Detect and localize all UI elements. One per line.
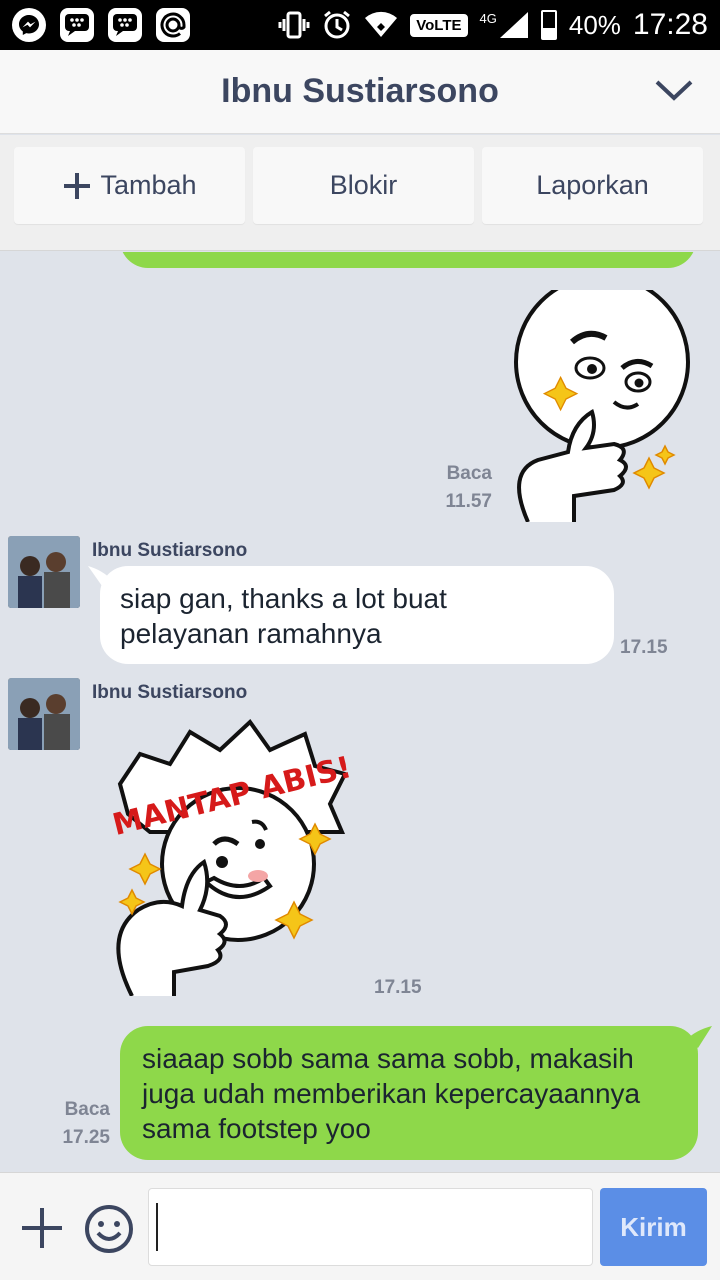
contact-actions: Tambah Blokir Laporkan <box>0 135 720 251</box>
outgoing-message-bubble[interactable]: siaaap sobb sama sama sobb, makasih juga… <box>120 1026 698 1160</box>
bubble-tail <box>686 1026 712 1048</box>
notification-icons <box>12 8 190 42</box>
battery-icon <box>540 10 557 40</box>
message-text-line: siaaap sobb sama sama sobb, makasih <box>142 1043 634 1074</box>
add-friend-label: Tambah <box>100 170 197 200</box>
status-bar: VoLTE 4G 40% 17:28 <box>0 0 720 50</box>
vibrate-icon <box>278 11 310 39</box>
bbm-icon <box>60 8 94 42</box>
contact-avatar[interactable] <box>8 536 80 608</box>
plus-icon[interactable] <box>20 1206 64 1250</box>
bbm-icon <box>108 8 142 42</box>
message-meta: Baca 17.25 <box>40 1096 110 1152</box>
read-receipt: Baca <box>64 1099 110 1120</box>
message-text-line: siap gan, thanks a lot buat <box>120 583 447 614</box>
sender-name: Ibnu Sustiarsono <box>92 540 248 561</box>
block-label: Blokir <box>329 170 398 200</box>
battery-fill <box>542 27 555 38</box>
message-text-line: pelayanan ramahnya <box>120 618 382 649</box>
signal-icon: 4G <box>480 11 529 39</box>
text-cursor <box>156 1203 158 1251</box>
read-receipt: Baca <box>446 463 492 484</box>
sender-name: Ibnu Sustiarsono <box>92 682 248 703</box>
clock: 17:28 <box>632 8 708 41</box>
message-time: 17.15 <box>620 637 668 658</box>
message-text-line: juga udah memberikan kepercayaannya <box>142 1078 641 1109</box>
contact-avatar[interactable] <box>8 678 80 750</box>
chat-messages[interactable]: Baca 11.57 Ibnu Sustiarsono siap gan, th… <box>0 252 720 1172</box>
contact-name[interactable]: Ibnu Sustiarsono <box>221 72 499 111</box>
messenger-icon <box>12 8 46 42</box>
chat-header: Ibnu Sustiarsono <box>0 50 720 134</box>
network-type: 4G <box>479 11 497 26</box>
message-input-bar: Kirim <box>0 1172 720 1280</box>
system-indicators: VoLTE 4G 40% 17:28 <box>278 8 708 42</box>
plus-icon <box>64 172 91 199</box>
at-icon <box>156 8 190 42</box>
message-text-line: sama footstep yoo <box>142 1113 371 1144</box>
message-time: 17.15 <box>374 977 422 998</box>
report-button[interactable]: Laporkan <box>482 147 703 224</box>
message-time: 17.25 <box>62 1127 110 1148</box>
battery-percent: 40% <box>568 9 621 40</box>
chevron-down-icon[interactable] <box>654 76 694 106</box>
emoji-icon[interactable] <box>84 1204 134 1254</box>
report-label: Laporkan <box>536 170 649 200</box>
volte-indicator: VoLTE <box>410 13 468 37</box>
message-meta: Baca 11.57 <box>420 460 493 516</box>
block-button[interactable]: Blokir <box>253 147 474 224</box>
incoming-message-bubble[interactable]: siap gan, thanks a lot buat pelayanan ra… <box>100 566 614 664</box>
message-input[interactable] <box>148 1188 593 1266</box>
add-friend-button[interactable]: Tambah <box>14 147 245 224</box>
send-button[interactable]: Kirim <box>600 1188 707 1266</box>
previous-message-bubble[interactable] <box>120 252 696 268</box>
alarm-icon <box>324 10 351 39</box>
wifi-icon <box>365 11 398 37</box>
message-time: 11.57 <box>445 491 493 512</box>
bubble-tail <box>88 566 112 586</box>
thumbs-up-moon-sticker[interactable] <box>508 290 700 522</box>
mantap-abis-sticker[interactable]: MANTAP ABIS! <box>110 714 350 996</box>
